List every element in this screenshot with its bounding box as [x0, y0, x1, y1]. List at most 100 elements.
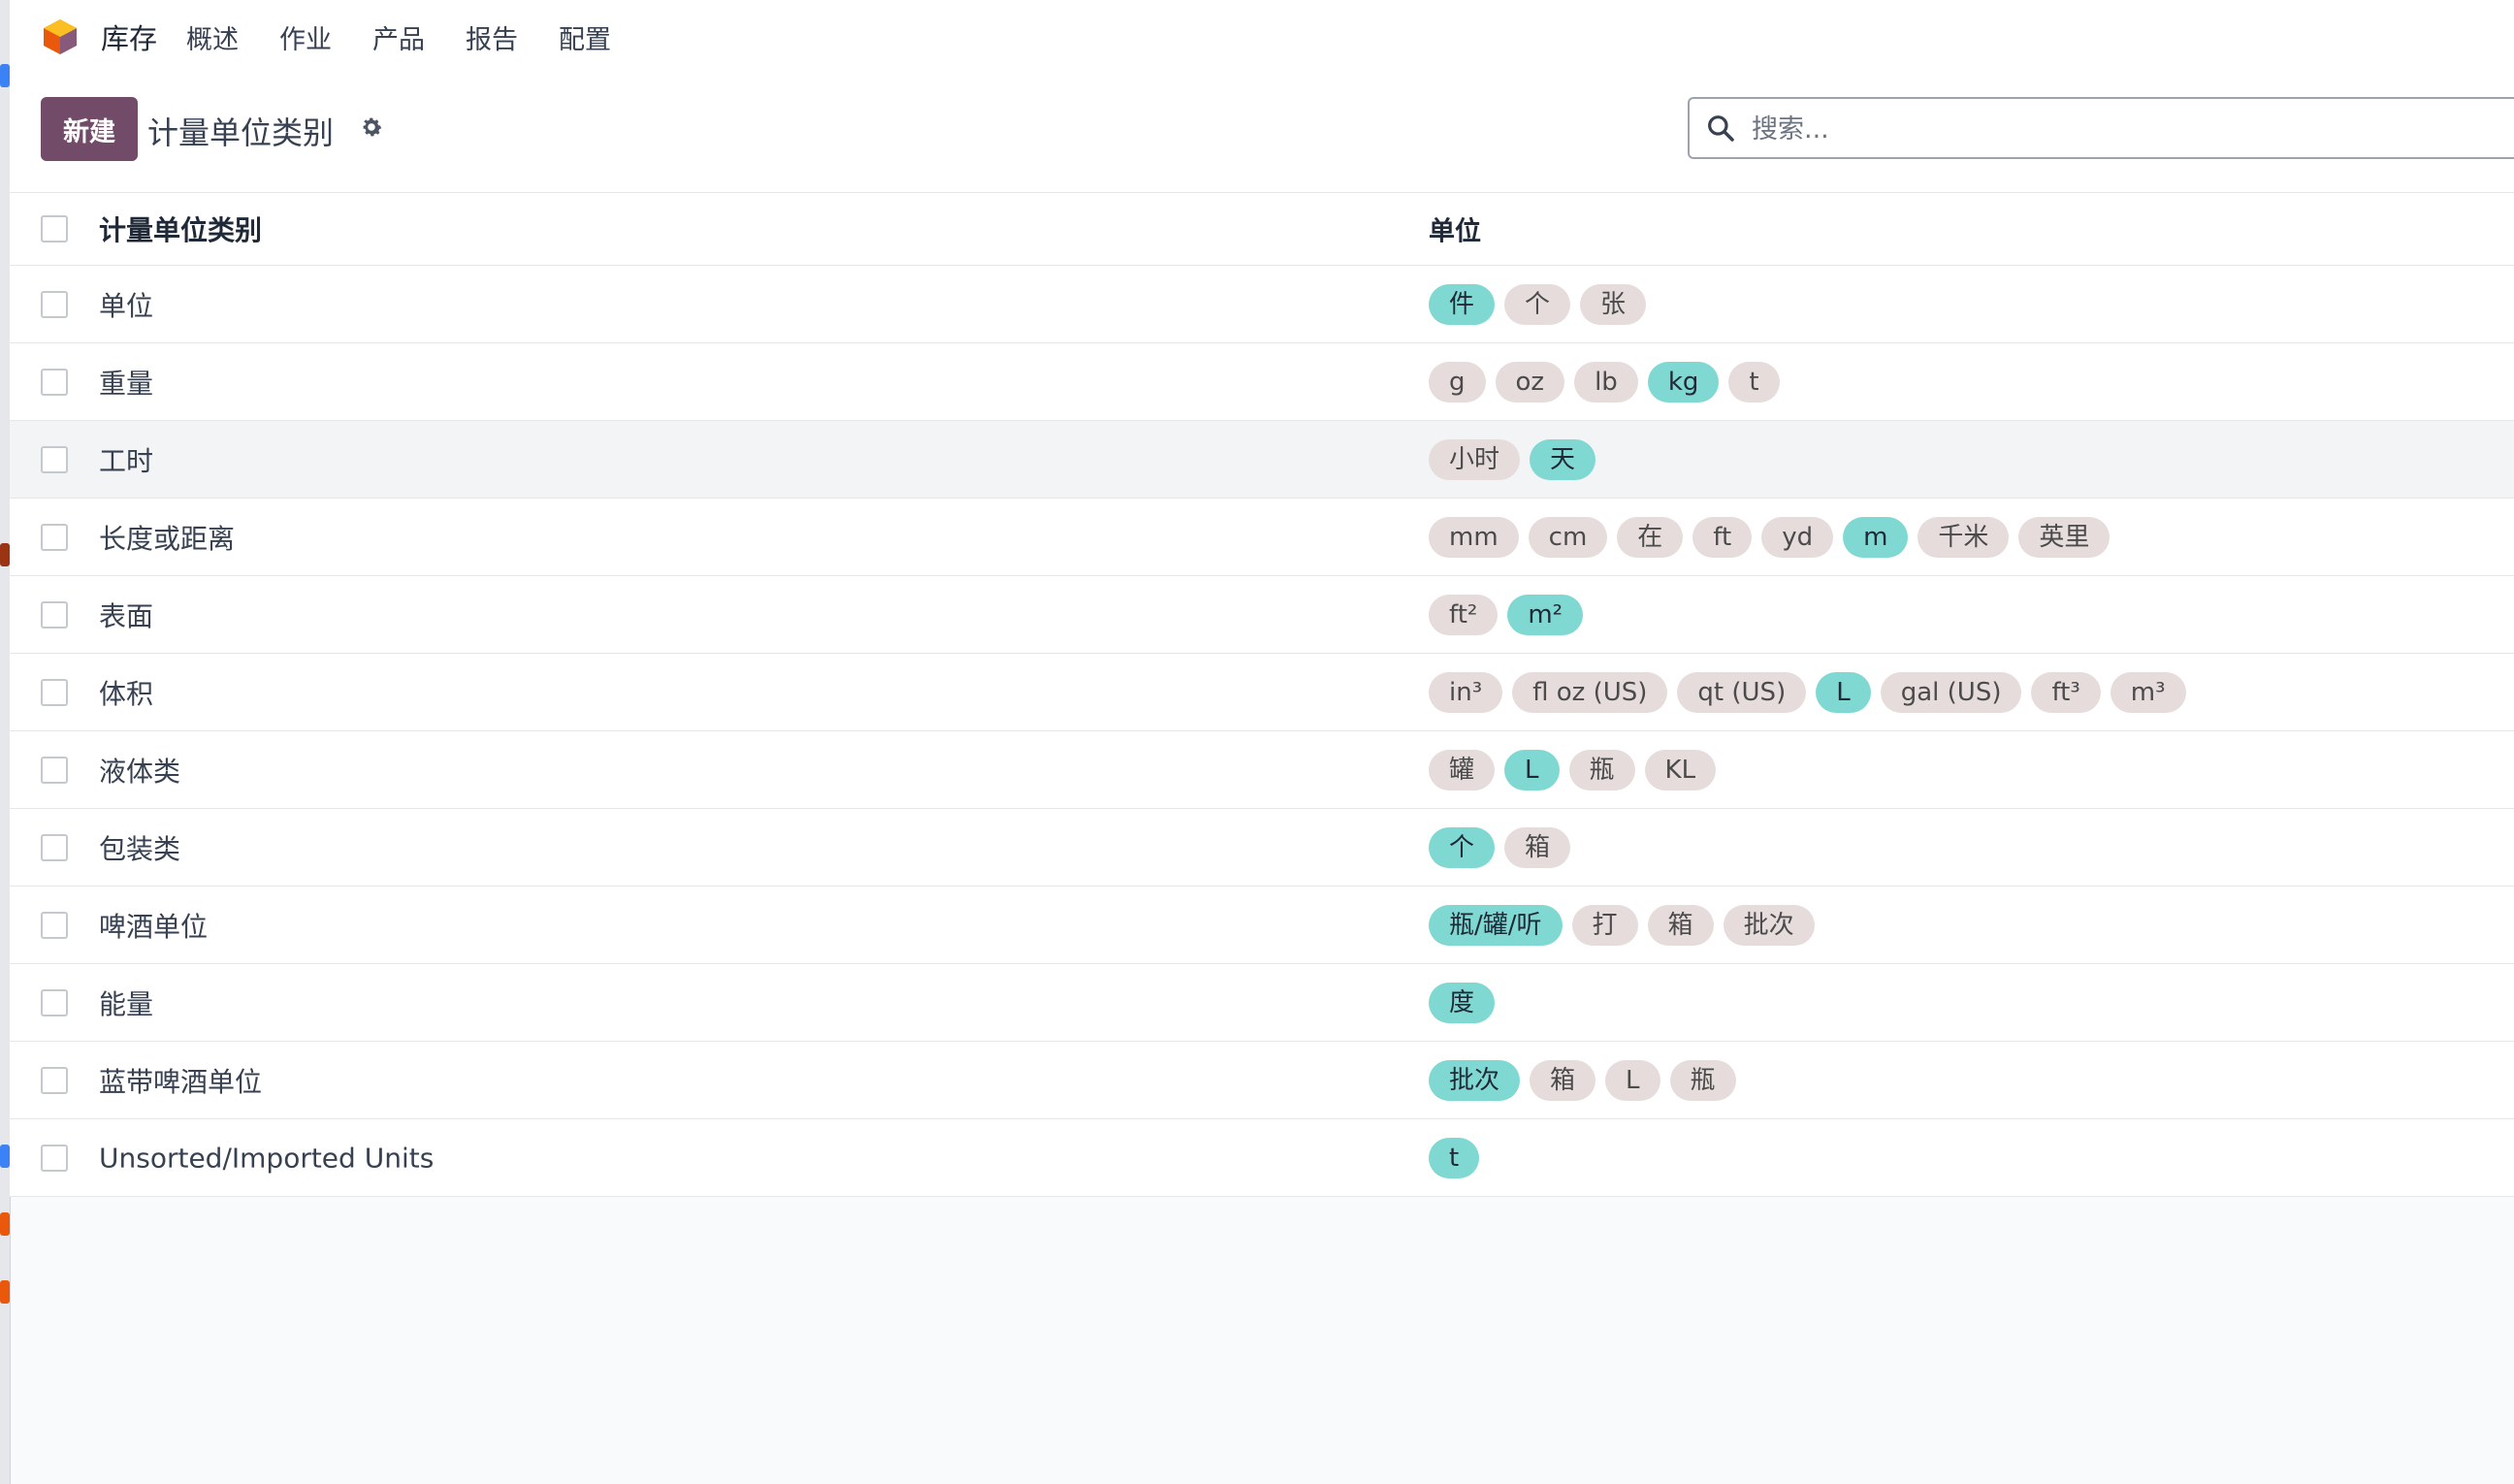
row-checkbox[interactable] [41, 678, 68, 706]
table-row[interactable]: 啤酒单位 瓶/罐/听打箱批次 [10, 887, 2514, 964]
menu-configuration[interactable]: 配置 [559, 18, 611, 56]
reference-unit-tag: 天 [1530, 438, 1596, 480]
category-name: 蓝带啤酒单位 [99, 1065, 263, 1098]
unit-tag: in³ [1429, 671, 1503, 713]
gear-icon[interactable] [359, 114, 384, 140]
units-tags: 批次箱 L 瓶 [1429, 1059, 1736, 1101]
units-tags: 件个张 [1429, 283, 1647, 325]
table-row[interactable]: 长度或距离 mm cm 在 ft yd m 千米 英里 [10, 499, 2514, 576]
row-checkbox[interactable] [41, 833, 68, 861]
unit-tag: oz [1495, 361, 1565, 403]
table-row[interactable]: 液体类 罐 L 瓶 KL [10, 731, 2514, 809]
unit-tag: ft [1692, 516, 1753, 558]
row-checkbox[interactable] [41, 368, 68, 396]
table-row[interactable]: Unsorted/Imported Units t [10, 1119, 2514, 1197]
row-checkbox[interactable] [41, 1144, 68, 1172]
app-title[interactable]: 库存 [101, 16, 157, 57]
column-header-category[interactable]: 计量单位类别 [99, 210, 262, 248]
unit-tag: 个 [1504, 283, 1571, 325]
unit-tag: m³ [2110, 671, 2186, 713]
reference-unit-tag: 瓶/罐/听 [1429, 904, 1563, 946]
category-name: 长度或距离 [99, 522, 236, 555]
units-tags: 个箱 [1429, 826, 1571, 868]
menu-products[interactable]: 产品 [372, 18, 425, 56]
reference-unit-tag: L [1816, 671, 1871, 713]
menu-operations[interactable]: 作业 [279, 18, 332, 56]
unit-tag: ft² [1429, 594, 1499, 635]
category-name: 包装类 [99, 832, 181, 865]
row-checkbox[interactable] [41, 600, 68, 629]
units-tags: mm cm 在 ft yd m 千米 英里 [1429, 516, 2111, 558]
new-button[interactable]: 新建 [41, 97, 138, 161]
unit-tag: 箱 [1530, 1059, 1596, 1101]
background-app-mark [0, 1145, 10, 1168]
reference-unit-tag: t [1429, 1137, 1480, 1178]
unit-tag: 瓶 [1568, 749, 1635, 790]
table-row[interactable]: 重量 g oz lb kg t [10, 343, 2514, 421]
table-row[interactable]: 蓝带啤酒单位 批次箱 L 瓶 [10, 1042, 2514, 1119]
unit-tag: lb [1574, 361, 1638, 403]
background-app-mark [0, 64, 10, 87]
reference-unit-tag: 件 [1429, 283, 1496, 325]
unit-tag: yd [1761, 516, 1834, 558]
unit-tag: mm [1429, 516, 1519, 558]
category-name: 工时 [99, 444, 154, 477]
unit-tag: qt (US) [1677, 671, 1807, 713]
units-tags: 度 [1429, 982, 1496, 1023]
background-app-mark [0, 1280, 10, 1304]
top-navbar: 库存 概述 作业 产品 报告 配置 [10, 0, 2514, 74]
category-name: 液体类 [99, 755, 181, 788]
table-row[interactable]: 单位 件个张 [10, 266, 2514, 343]
unit-tag: 张 [1580, 283, 1647, 325]
app-logo-icon[interactable] [41, 17, 80, 56]
row-checkbox[interactable] [41, 445, 68, 473]
reference-unit-tag: kg [1647, 361, 1720, 403]
select-all-checkbox[interactable] [41, 215, 68, 242]
category-name: 单位 [99, 289, 154, 322]
unit-tag: t [1728, 361, 1780, 403]
unit-tag: gal (US) [1880, 671, 2022, 713]
unit-tag: 小时 [1429, 438, 1521, 480]
unit-tag: ft³ [2031, 671, 2101, 713]
table-row[interactable]: 表面 ft² m² [10, 576, 2514, 654]
page-title: 计量单位类别 [147, 114, 335, 151]
reference-unit-tag: 度 [1429, 982, 1496, 1023]
column-header-units[interactable]: 单位 [1429, 210, 1481, 248]
menu-overview[interactable]: 概述 [186, 18, 239, 56]
reference-unit-tag: m² [1507, 594, 1584, 635]
row-checkbox[interactable] [41, 911, 68, 939]
units-tags: 小时天 [1429, 438, 1596, 480]
unit-tag: 罐 [1429, 749, 1496, 790]
units-tags: t [1429, 1137, 1480, 1178]
reference-unit-tag: L [1504, 749, 1560, 790]
category-name: Unsorted/Imported Units [99, 1142, 435, 1174]
row-checkbox[interactable] [41, 1066, 68, 1094]
unit-tag: KL [1644, 749, 1717, 790]
table-row[interactable]: 包装类 个箱 [10, 809, 2514, 887]
reference-unit-tag: 批次 [1429, 1059, 1521, 1101]
unit-tag: 瓶 [1669, 1059, 1736, 1101]
table-row[interactable]: 体积 in³ fl oz (US) qt (US) Lgal (US) ft³ m³ [10, 654, 2514, 731]
unit-tag: cm [1528, 516, 1608, 558]
background-app-mark [0, 543, 10, 566]
reference-unit-tag: m [1843, 516, 1909, 558]
table-row[interactable]: 工时 小时天 [10, 421, 2514, 499]
row-checkbox[interactable] [41, 756, 68, 784]
unit-tag: 英里 [2018, 516, 2111, 558]
row-checkbox[interactable] [41, 523, 68, 551]
search-icon [1708, 115, 1734, 142]
row-checkbox[interactable] [41, 290, 68, 318]
category-name: 表面 [99, 599, 154, 632]
table-row[interactable]: 能量 度 [10, 964, 2514, 1042]
search-input[interactable] [1750, 107, 2510, 151]
units-tags: g oz lb kg t [1429, 361, 1780, 403]
menu-reporting[interactable]: 报告 [466, 18, 518, 56]
units-tags: ft² m² [1429, 594, 1584, 635]
table-header-row: 计量单位类别 单位 [10, 193, 2514, 266]
category-name: 体积 [99, 677, 154, 710]
units-tags: 瓶/罐/听打箱批次 [1429, 904, 1815, 946]
unit-tag: 打 [1571, 904, 1638, 946]
category-name: 重量 [99, 367, 154, 400]
row-checkbox[interactable] [41, 988, 68, 1016]
unit-tag: 在 [1617, 516, 1684, 558]
